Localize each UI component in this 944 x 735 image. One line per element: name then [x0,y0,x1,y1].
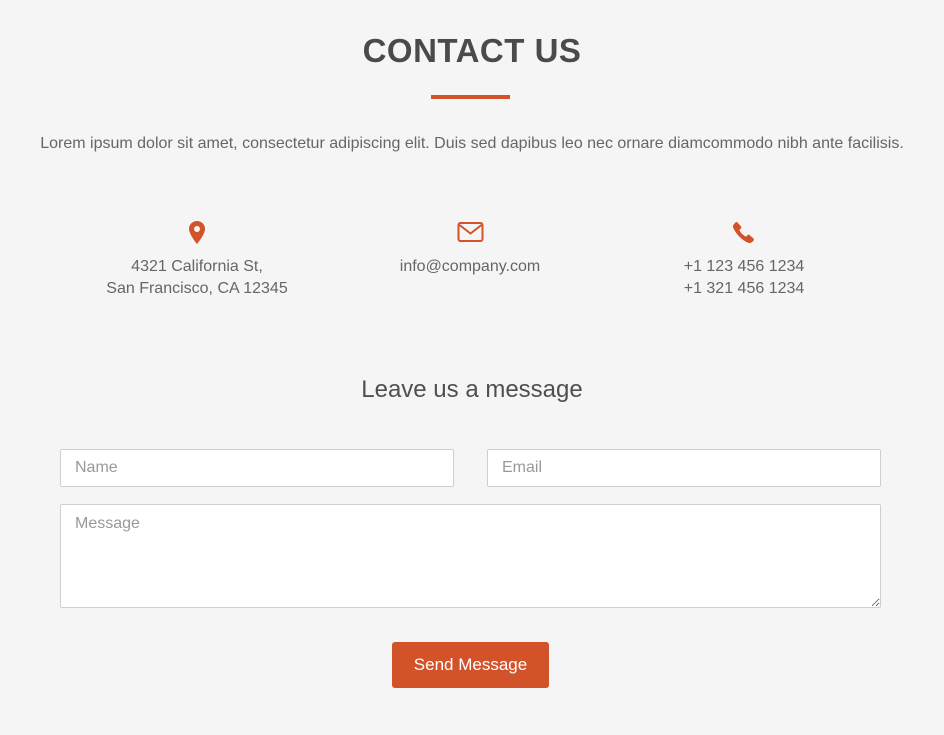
map-pin-icon [57,221,337,247]
message-textarea[interactable] [60,504,881,608]
email-input[interactable] [487,449,881,487]
phone-number-1[interactable]: +1 123 456 1234 [604,256,884,278]
phone-block: +1 123 456 1234 +1 321 456 1234 [604,221,884,300]
name-input[interactable] [60,449,454,487]
send-message-button[interactable]: Send Message [392,642,549,688]
email-block: info@company.com [330,221,610,278]
intro-text: Lorem ipsum dolor sit amet, consectetur … [40,135,904,152]
address-line-1: 4321 California St, [131,258,263,275]
phone-icon [604,221,884,247]
form-heading: Leave us a message [361,376,583,403]
page-title: CONTACT US [362,32,582,69]
email-address[interactable]: info@company.com [330,256,610,278]
envelope-icon [330,221,610,247]
address-block: 4321 California St, San Francisco, CA 12… [57,221,337,300]
title-underline [431,95,510,99]
address-line-2: San Francisco, CA 12345 [106,280,288,297]
phone-number-2[interactable]: +1 321 456 1234 [604,278,884,300]
contact-page: CONTACT US Lorem ipsum dolor sit amet, c… [0,0,944,735]
